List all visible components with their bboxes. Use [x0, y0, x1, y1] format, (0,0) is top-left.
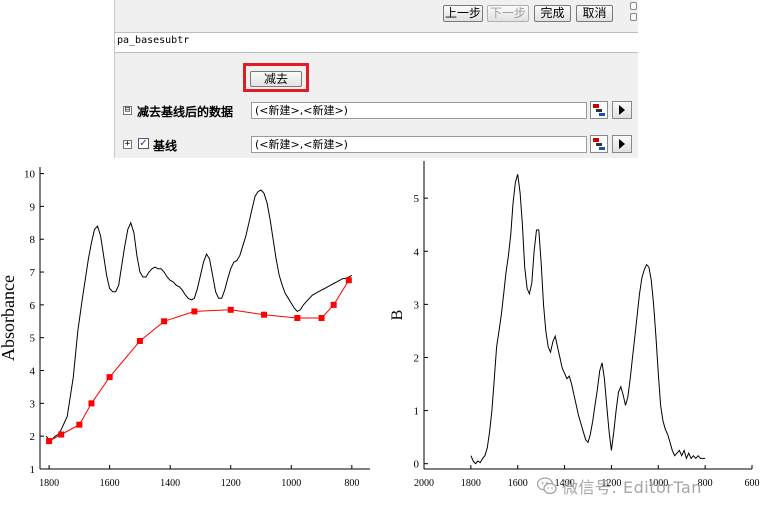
- y-tick-label: 9: [30, 201, 36, 213]
- y-tick-label: 0: [414, 459, 420, 471]
- baseline-anchor-point: [294, 315, 301, 321]
- output-data-label: 减去基线后的数据: [137, 105, 234, 119]
- menu-arrow-button[interactable]: [612, 101, 632, 119]
- y-tick-label: 10: [24, 169, 36, 181]
- baseline-label: 基线: [153, 139, 178, 153]
- x-tick-label: 1200: [221, 478, 241, 489]
- y-tick-label: 5: [414, 193, 420, 205]
- range-picker-icon[interactable]: [590, 135, 608, 153]
- y-tick-label: 5: [30, 333, 36, 345]
- x-tick-label: 1800: [461, 478, 481, 489]
- y-tick-label: 1: [30, 464, 36, 476]
- baseline-anchor-point: [76, 421, 83, 428]
- collapse-up-button[interactable]: [630, 2, 637, 10]
- baseline-subtract-dialog: 上一步 下一步 完成 取消 pa_basesubtr 减去 ⊟ 减去基线后的数据…: [114, 0, 638, 158]
- baseline-anchor-point: [261, 311, 268, 318]
- baseline-anchor-point: [106, 374, 113, 381]
- baseline-subtracted-chart: 0123452000 1800 1600 1400 1200 1000 800 600B: [389, 161, 760, 489]
- x-tick-label: 800: [344, 478, 359, 489]
- baseline-anchor-point: [46, 438, 53, 445]
- y-tick-label: 2: [414, 352, 420, 364]
- subtract-highlight-box: 减去: [243, 63, 309, 92]
- y-tick-label: 7: [30, 267, 36, 279]
- menu-arrow-button[interactable]: [612, 135, 632, 153]
- function-name-bar: pa_basesubtr: [115, 32, 638, 53]
- baseline-anchor-point: [330, 301, 337, 308]
- x-tick-label: 1600: [508, 478, 528, 489]
- dialog-side-controls: [630, 2, 638, 24]
- baseline-anchor-point: [136, 337, 143, 344]
- y-tick-label: 4: [30, 366, 36, 378]
- range-picker-icon[interactable]: [590, 101, 608, 119]
- prev-step-button[interactable]: 上一步: [443, 5, 483, 22]
- cancel-button[interactable]: 取消: [576, 5, 613, 22]
- wechat-icon: [537, 477, 557, 495]
- y-tick-label: 3: [414, 299, 420, 311]
- expand-icon[interactable]: ⊟: [123, 106, 132, 115]
- output-data-field[interactable]: (<新建>,<新建>): [251, 102, 587, 119]
- y-tick-label: 6: [30, 300, 36, 312]
- y-tick-label: 8: [30, 234, 36, 246]
- baseline-field[interactable]: (<新建>,<新建>): [251, 136, 587, 153]
- baseline-anchor-point: [88, 400, 95, 407]
- x-tick-label: 2000: [414, 478, 434, 489]
- baseline-checkbox[interactable]: ✓: [138, 138, 149, 149]
- x-tick-label: 600: [745, 478, 760, 489]
- y-tick-label: 1: [414, 406, 420, 418]
- watermark: 微信号: EditorTan: [537, 475, 702, 497]
- baseline-anchor-point: [58, 431, 65, 438]
- x-tick-label: 1400: [160, 478, 180, 489]
- x-tick-label: 1000: [281, 478, 301, 489]
- y-axis-label: B: [389, 310, 406, 321]
- baseline-anchor-point: [345, 277, 352, 284]
- y-tick-label: 3: [30, 398, 36, 410]
- absorbance-chart: 1 2 3 4 5 6 7 8 9 10 1800 1600 1400 1200 1000 800 Absorb…: [0, 167, 370, 489]
- baseline-anchor-point: [191, 308, 198, 315]
- y-axis-label: Absorbance: [0, 275, 18, 361]
- y-tick-label: 2: [30, 431, 36, 443]
- baseline-anchor-point: [161, 318, 168, 325]
- expand-icon[interactable]: +: [123, 140, 132, 149]
- baseline-anchor-point: [227, 306, 234, 313]
- watermark-text: 微信号: EditorTan: [562, 478, 702, 497]
- collapse-down-button[interactable]: [630, 13, 637, 21]
- x-tick-label: 1800: [39, 478, 59, 489]
- baseline-anchor-point: [318, 315, 325, 321]
- spectrum-line: [470, 174, 706, 465]
- next-step-button[interactable]: 下一步: [487, 5, 529, 22]
- function-name: pa_basesubtr: [117, 35, 190, 46]
- x-tick-label: 1600: [100, 478, 120, 489]
- subtract-button[interactable]: 减去: [250, 71, 302, 87]
- finish-button[interactable]: 完成: [534, 5, 571, 22]
- y-tick-label: 4: [414, 246, 420, 258]
